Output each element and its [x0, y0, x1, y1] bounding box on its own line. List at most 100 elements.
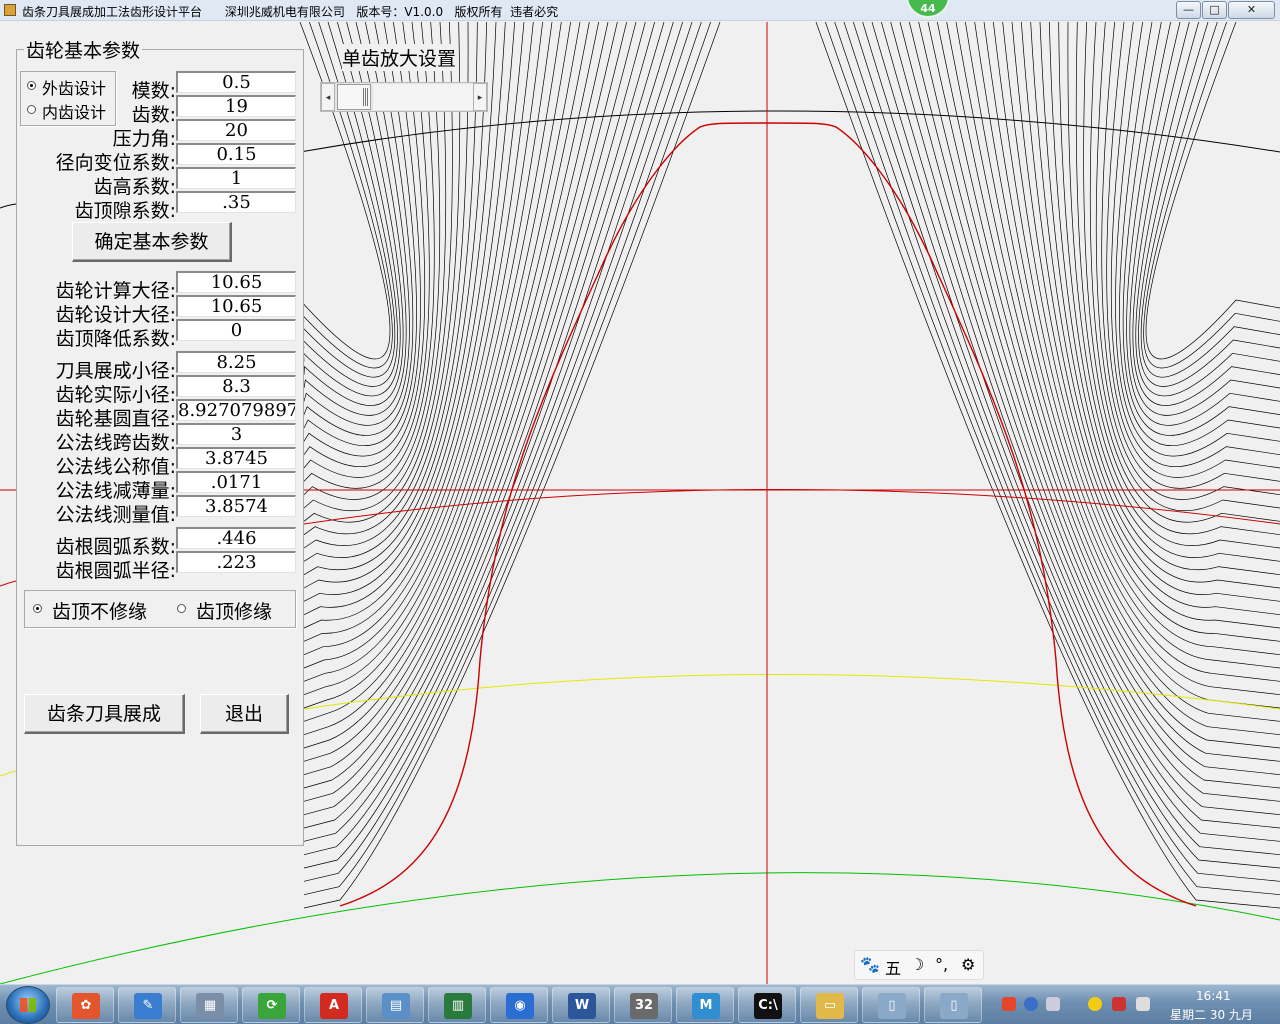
- envelope-line-right: [1115, 22, 1280, 457]
- span-measured-label: 公法线测量值:: [55, 504, 176, 526]
- app-window: 齿条刀具展成加工法齿形设计平台 深圳兆威机电有限公司 版本号：V1.0.0 版权…: [0, 0, 1280, 1024]
- addendum-coef-label: 齿高系数:: [93, 176, 176, 198]
- scroll-right-arrow[interactable]: ▸: [473, 83, 487, 111]
- taskbar-window-a-button[interactable]: ▯: [862, 987, 920, 1023]
- teeth-input[interactable]: 19: [176, 95, 296, 117]
- taskbar-cmd-button[interactable]: C:\: [738, 987, 796, 1023]
- taskbar-tool32-button[interactable]: 32: [614, 987, 672, 1023]
- envelope-line-left: [303, 22, 721, 909]
- tip-relief-label[interactable]: 齿顶修缘: [196, 597, 272, 624]
- span-thinning-label: 公法线减薄量:: [55, 480, 176, 502]
- clearance-coef-label: 齿顶隙系数:: [74, 200, 176, 222]
- close-button[interactable]: ✕: [1228, 1, 1275, 19]
- rack-envelope-lines: [299, 22, 1280, 909]
- pressure-angle-label: 压力角:: [112, 128, 176, 150]
- clock-time[interactable]: 16:41: [1196, 989, 1231, 1003]
- confirm-params-button[interactable]: 确定基本参数: [72, 222, 232, 262]
- envelope-line-right: [1143, 22, 1280, 369]
- taskbar-notes-button[interactable]: ▤: [366, 987, 424, 1023]
- ime-mode-label[interactable]: 五: [885, 955, 901, 979]
- maximize-button[interactable]: □: [1202, 1, 1227, 19]
- external-gear-label[interactable]: 外齿设计: [42, 75, 106, 99]
- envelope-line-right: [825, 22, 1280, 896]
- clock-date[interactable]: 星期二 30 九月: [1170, 1006, 1253, 1023]
- pressure-angle-input[interactable]: 20: [176, 119, 296, 141]
- module-input[interactable]: 0.5: [176, 71, 296, 93]
- flag-icon[interactable]: [1112, 997, 1126, 1011]
- taskbar-calculator-button[interactable]: ▦: [180, 987, 238, 1023]
- pdf-icon: A: [320, 993, 348, 1019]
- notes-icon: ▤: [382, 993, 410, 1019]
- root-circle: [0, 872, 1280, 984]
- span-measured-field[interactable]: 3.8574: [176, 495, 296, 517]
- base-circle-left: [0, 770, 17, 777]
- taskbar-word-button[interactable]: W: [552, 987, 610, 1023]
- plus-icon[interactable]: [1088, 997, 1102, 1011]
- window-title: 齿条刀具展成加工法齿形设计平台 深圳兆威机电有限公司 版本号：V1.0.0 版权…: [22, 5, 559, 19]
- tip-relief-radio[interactable]: [177, 604, 186, 613]
- span-nominal-label: 公法线公称值:: [55, 456, 176, 478]
- scroll-track[interactable]: [373, 84, 473, 110]
- tool32-icon: 32: [630, 993, 658, 1019]
- calc-outer-dia-field[interactable]: 10.65: [176, 271, 296, 293]
- no-tip-relief-label[interactable]: 齿顶不修缘: [52, 597, 147, 624]
- taskbar-refresh-button[interactable]: ⟳: [242, 987, 300, 1023]
- ime-toolbar[interactable]: 🐾 五 ☽ °, ⚙: [854, 950, 984, 980]
- envelope-line-left: [303, 22, 637, 789]
- external-gear-radio[interactable]: [27, 81, 36, 90]
- taskbar-search-m-button[interactable]: M: [676, 987, 734, 1023]
- volume-icon[interactable]: [1136, 997, 1150, 1011]
- tray-paw-icon[interactable]: [1002, 997, 1016, 1011]
- paw-icon[interactable]: 🐾: [860, 955, 880, 974]
- taskbar-pdf-button[interactable]: A: [304, 987, 362, 1023]
- zoom-scrollbar[interactable]: ◂ ▸: [320, 82, 488, 112]
- base-circle-dia-field[interactable]: 8.927079897: [176, 399, 296, 421]
- network-icon[interactable]: [1046, 997, 1060, 1011]
- internal-gear-label[interactable]: 内齿设计: [42, 99, 106, 123]
- envelope-line-right: [1101, 22, 1280, 489]
- taskbar-globe-button[interactable]: ◉: [490, 987, 548, 1023]
- internal-gear-radio[interactable]: [27, 105, 36, 114]
- envelope-line-left: [303, 22, 609, 749]
- cutter-root-dia-field[interactable]: 8.25: [176, 351, 296, 373]
- envelope-line-right: [983, 22, 1280, 669]
- calc-outer-dia-label: 齿轮计算大径:: [55, 280, 176, 302]
- actual-root-dia-field[interactable]: 8.3: [176, 375, 296, 397]
- punctuation-icon[interactable]: °,: [935, 955, 948, 974]
- span-nominal-field[interactable]: 3.8745: [176, 447, 296, 469]
- scroll-thumb[interactable]: [337, 84, 371, 110]
- exit-button[interactable]: 退出: [200, 694, 289, 734]
- gear-icon[interactable]: ⚙: [961, 955, 975, 974]
- taskbar-window-b-button[interactable]: ▯: [924, 987, 982, 1023]
- envelope-line-right: [927, 22, 1280, 749]
- window-a-icon: ▯: [878, 993, 906, 1019]
- teeth-label: 齿数:: [131, 104, 176, 126]
- scroll-left-arrow[interactable]: ◂: [321, 83, 335, 111]
- title-bar: 齿条刀具展成加工法齿形设计平台 深圳兆威机电有限公司 版本号：V1.0.0 版权…: [0, 0, 1280, 21]
- envelope-line-left: [303, 22, 553, 669]
- generate-rack-button[interactable]: 齿条刀具展成: [24, 694, 185, 734]
- root-fillet-coef-field[interactable]: .446: [176, 527, 296, 549]
- design-outer-dia-field[interactable]: 10.65: [176, 295, 296, 317]
- tip-reduction-field[interactable]: 0: [176, 319, 296, 341]
- taskbar-monitor-button[interactable]: ▥: [428, 987, 486, 1023]
- minimize-button[interactable]: —: [1176, 1, 1201, 19]
- actual-root-dia-label: 齿轮实际小径:: [55, 384, 176, 406]
- taskbar-folder-button[interactable]: ▭: [800, 987, 858, 1023]
- start-button[interactable]: [6, 986, 50, 1024]
- span-thinning-field[interactable]: .0171: [176, 471, 296, 493]
- tip-circle-left: [0, 203, 17, 209]
- span-teeth-label: 公法线跨齿数:: [55, 432, 176, 454]
- addendum-coef-input[interactable]: 1: [176, 167, 296, 189]
- root-fillet-radius-field[interactable]: .223: [176, 551, 296, 573]
- span-teeth-field[interactable]: 3: [176, 423, 296, 445]
- base-circle-dia-label: 齿轮基圆直径:: [55, 408, 176, 430]
- window-b-icon: ▯: [940, 993, 968, 1019]
- no-tip-relief-radio[interactable]: [33, 604, 42, 613]
- help-icon[interactable]: [1024, 997, 1038, 1011]
- moon-icon[interactable]: ☽: [910, 955, 924, 974]
- taskbar-paint-button[interactable]: ✎: [118, 987, 176, 1023]
- taskbar-picasa-button[interactable]: ✿: [56, 987, 114, 1023]
- clearance-coef-input[interactable]: .35: [176, 191, 296, 213]
- profile-shift-input[interactable]: 0.15: [176, 143, 296, 165]
